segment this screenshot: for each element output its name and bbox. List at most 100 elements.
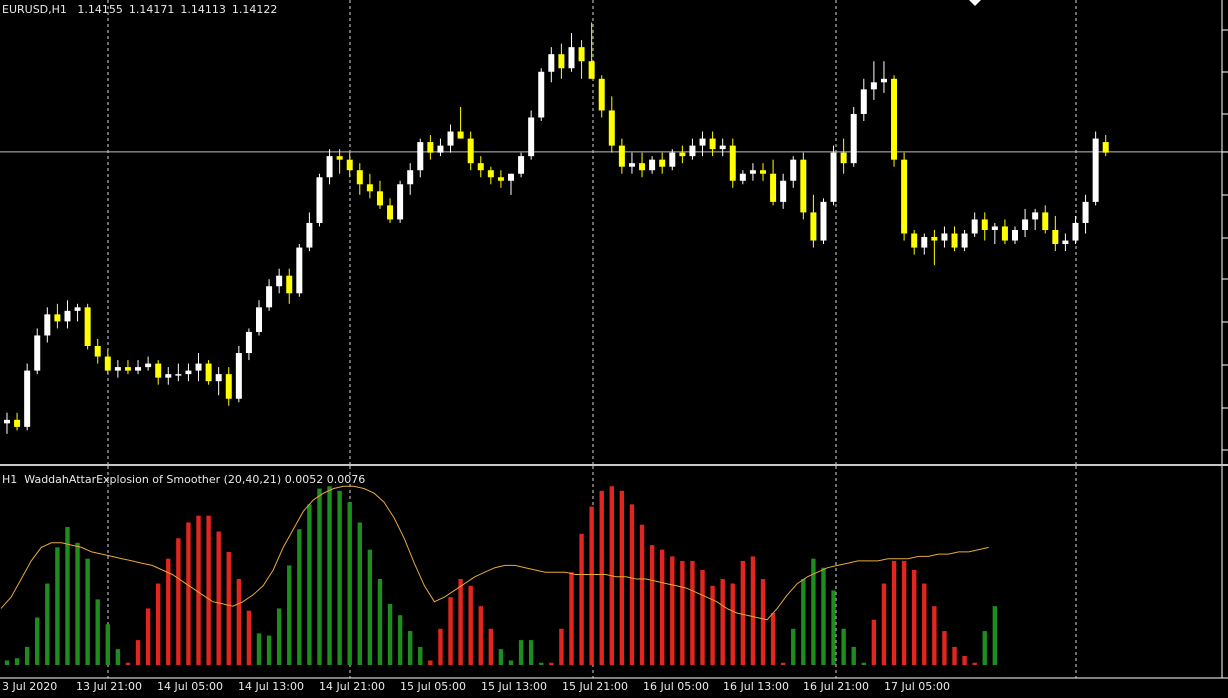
price-chart[interactable] xyxy=(0,0,1228,464)
histogram-bar xyxy=(942,631,947,665)
signal-line xyxy=(0,485,989,621)
candle-body xyxy=(840,152,847,164)
histogram-bar xyxy=(498,649,504,665)
candle-body xyxy=(135,367,142,371)
histogram-bar xyxy=(528,640,534,665)
time-axis-label: 14 Jul 13:00 xyxy=(238,680,304,693)
candle-body xyxy=(578,47,585,62)
candle-body xyxy=(94,346,101,357)
candle-body xyxy=(316,177,323,223)
candle-body xyxy=(266,286,273,308)
candle-body xyxy=(568,47,575,69)
histogram-bar xyxy=(901,560,907,665)
candle-body xyxy=(891,78,898,160)
candle-body xyxy=(860,89,867,114)
histogram-bar xyxy=(236,579,242,665)
histogram-bar xyxy=(780,662,786,665)
histogram-bar xyxy=(599,490,604,665)
histogram-bar xyxy=(176,538,181,665)
histogram-bar xyxy=(871,619,877,665)
candle-body xyxy=(689,145,696,157)
candle-body xyxy=(931,237,938,241)
candle-body xyxy=(739,173,746,181)
histogram-bar xyxy=(115,649,121,665)
indicator-chart[interactable] xyxy=(0,466,1228,698)
candle-body xyxy=(407,170,414,185)
candle-body xyxy=(306,222,313,248)
candle-body xyxy=(256,307,262,332)
histogram-bar xyxy=(45,583,50,665)
histogram-bar xyxy=(317,488,322,665)
candle-body xyxy=(659,159,666,167)
histogram-bar xyxy=(55,547,60,665)
chart-header: EURUSD,H1 1.14155 1.14171 1.14113 1.14122 xyxy=(2,3,283,16)
indicator-name: WaddahAttarExplosion of Smoother (20,40,… xyxy=(24,473,282,486)
candle-body xyxy=(669,152,676,167)
histogram-bar xyxy=(387,603,393,665)
histogram-bar xyxy=(408,631,413,665)
histogram-bar xyxy=(418,646,423,665)
candle-body xyxy=(749,170,756,174)
candle-body xyxy=(84,307,91,347)
histogram-bar xyxy=(397,615,403,665)
candle-body xyxy=(558,54,565,69)
candle-body xyxy=(175,374,182,376)
candle-body xyxy=(981,219,988,230)
candle-body xyxy=(145,363,152,368)
histogram-bar xyxy=(24,646,30,665)
candle-body xyxy=(366,184,373,192)
candle-body xyxy=(165,374,172,378)
candle-body xyxy=(104,356,111,371)
candle-body xyxy=(215,374,222,382)
candle-body xyxy=(961,233,968,248)
histogram-bar xyxy=(952,646,957,665)
histogram-bar xyxy=(770,612,776,665)
candle-body xyxy=(437,145,444,153)
histogram-bar xyxy=(841,628,846,665)
histogram-bar xyxy=(690,560,695,665)
candle-body xyxy=(155,363,162,378)
candle-body xyxy=(296,247,303,294)
histogram-bar xyxy=(287,565,292,665)
candle-body xyxy=(528,117,535,157)
candle-body xyxy=(770,173,777,202)
candle-body xyxy=(1022,219,1029,230)
histogram-bar xyxy=(458,579,463,665)
histogram-bar xyxy=(518,640,524,665)
candle-body xyxy=(427,142,434,153)
candle-body xyxy=(639,163,646,171)
candle-body xyxy=(1082,201,1089,223)
candle-body xyxy=(800,159,807,213)
histogram-bar xyxy=(992,606,998,665)
histogram-bar xyxy=(730,583,735,665)
histogram-bar xyxy=(791,628,796,665)
candle-body xyxy=(760,170,766,174)
histogram-bar xyxy=(962,655,967,665)
histogram-bar xyxy=(710,585,715,665)
histogram-bar xyxy=(256,633,262,665)
candle-body xyxy=(1001,226,1008,241)
candle-body xyxy=(34,335,41,371)
histogram-bar xyxy=(4,660,10,665)
histogram-bar xyxy=(851,646,856,665)
time-axis-label: 16 Jul 13:00 xyxy=(723,680,789,693)
time-axis-label: 15 Jul 05:00 xyxy=(400,680,466,693)
histogram-bar xyxy=(297,529,302,665)
candle-body xyxy=(508,173,514,181)
candle-body xyxy=(618,145,625,167)
histogram-bar xyxy=(639,524,645,665)
candle-body xyxy=(1092,138,1099,202)
histogram-bar xyxy=(327,486,332,665)
candle-body xyxy=(74,307,81,311)
histogram-bar xyxy=(629,504,635,665)
candle-body xyxy=(185,370,192,375)
histogram-bar xyxy=(579,533,584,665)
histogram-bar xyxy=(206,515,211,665)
chart-shift-marker xyxy=(969,0,981,6)
candle-body xyxy=(397,184,404,220)
time-axis-label: 14 Jul 21:00 xyxy=(319,680,385,693)
candle-body xyxy=(276,275,283,287)
candle-body xyxy=(447,131,454,146)
histogram-bar xyxy=(821,567,826,665)
panel-separator[interactable] xyxy=(0,464,1228,466)
